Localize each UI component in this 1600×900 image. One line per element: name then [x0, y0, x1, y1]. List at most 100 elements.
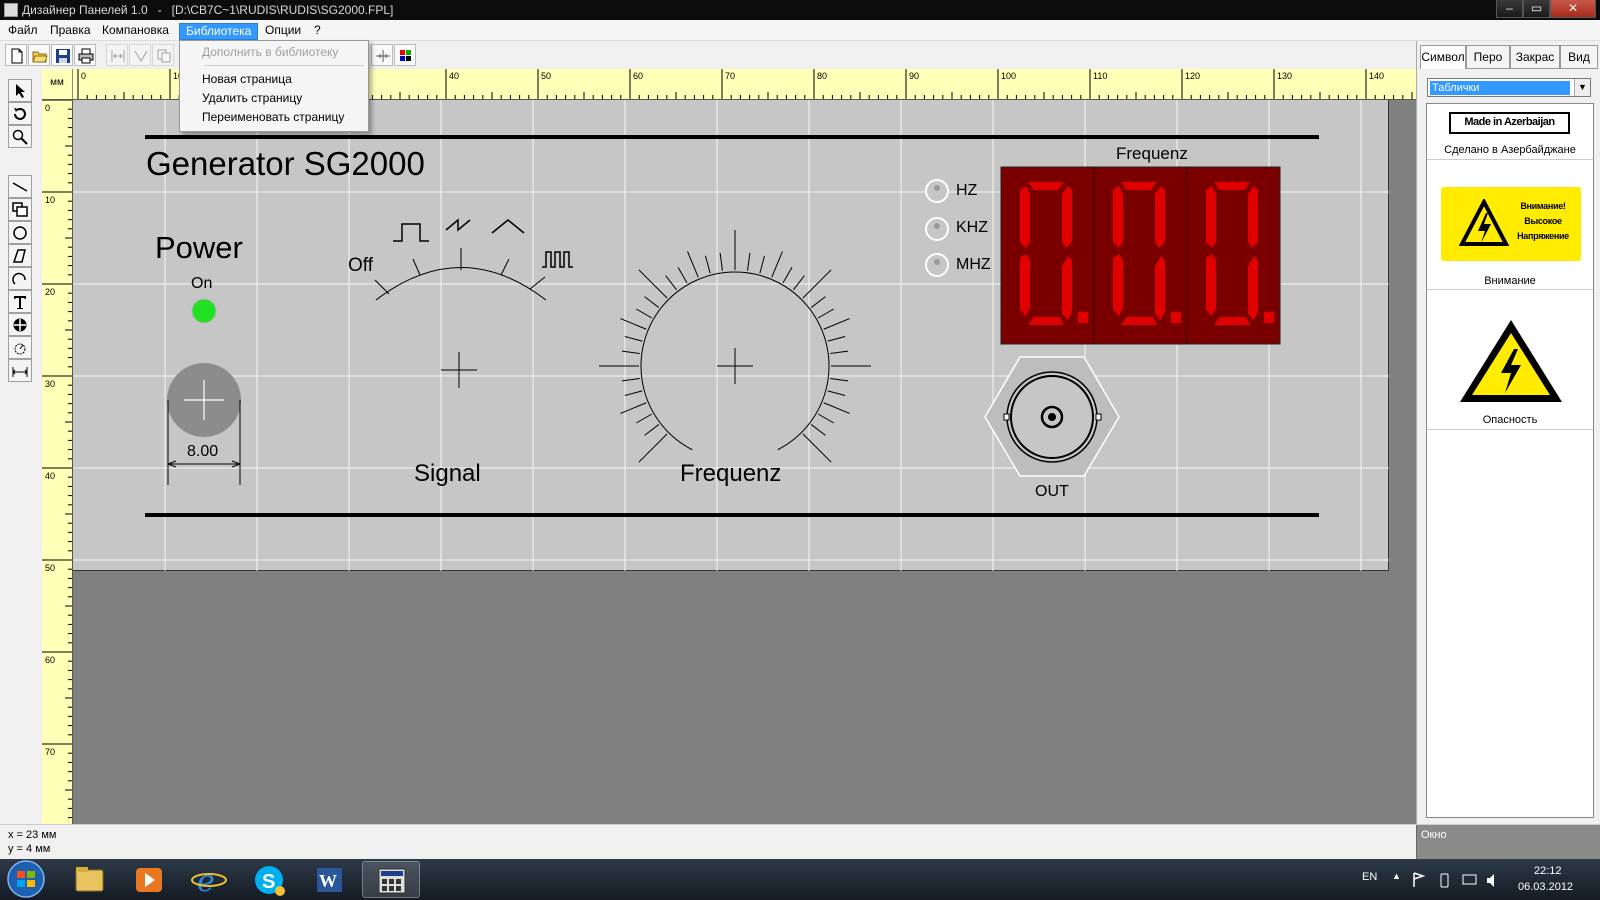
new-icon[interactable] — [5, 44, 27, 66]
display-segment — [1113, 186, 1123, 248]
save-icon[interactable] — [51, 44, 73, 66]
signal-selector[interactable] — [374, 248, 547, 388]
display-segment — [1248, 256, 1258, 320]
ruler-top-label: 0 — [81, 71, 86, 81]
unit-radio-mhz[interactable] — [925, 253, 949, 277]
library-symbol-list[interactable]: Made in Azerbaijan Сделано в Азербайджан… — [1426, 103, 1594, 818]
menu-layout[interactable]: Компановка — [96, 23, 175, 40]
menu-options[interactable]: Опции — [259, 23, 307, 40]
maximize-button[interactable]: ▭ — [1523, 0, 1550, 18]
menu-new-page[interactable]: Новая страница — [181, 70, 367, 89]
power-led — [191, 298, 217, 324]
word-taskbar-icon[interactable]: W — [300, 861, 358, 898]
menu-delete-page[interactable]: Удалить страницу — [181, 89, 367, 108]
tab-view[interactable]: Вид — [1560, 45, 1598, 69]
unit-hz-label: HZ — [956, 182, 978, 199]
polygon-icon[interactable] — [8, 244, 32, 267]
power-knob[interactable] — [167, 363, 241, 437]
display-decimal-point — [1078, 312, 1088, 323]
flip-icon[interactable] — [129, 44, 151, 66]
pointer-icon[interactable] — [8, 79, 32, 102]
show-hidden-icon[interactable]: ▲ — [1392, 871, 1401, 881]
window-status: Окно — [1416, 825, 1600, 860]
waveform-square-icon — [393, 223, 429, 242]
ruler-top-label: 40 — [449, 71, 459, 81]
close-button[interactable]: ✕ — [1550, 0, 1596, 18]
line-icon[interactable] — [8, 175, 32, 198]
display-segment — [1028, 182, 1064, 190]
open-icon[interactable] — [28, 44, 50, 66]
app-icon[interactable] — [4, 3, 18, 17]
print-icon[interactable] — [74, 44, 96, 66]
align-icon[interactable] — [106, 44, 128, 66]
tab-pen[interactable]: Перо — [1466, 45, 1510, 69]
display-segment — [1206, 186, 1216, 248]
rectangle-icon[interactable] — [8, 198, 32, 221]
library-item[interactable]: Внимание! Высокое Напряжение Внимание — [1427, 160, 1593, 290]
display-segment — [1020, 254, 1030, 316]
minimize-button[interactable]: – — [1496, 0, 1523, 18]
menu-rename-page[interactable]: Переименовать страницу — [181, 108, 367, 127]
svg-text:S: S — [262, 871, 275, 893]
rotate-icon[interactable] — [8, 102, 32, 125]
circle-icon[interactable] — [8, 221, 32, 244]
tool-palette — [0, 69, 42, 824]
chevron-down-icon[interactable]: ▼ — [1574, 79, 1590, 96]
ie-taskbar-icon[interactable]: e — [180, 861, 238, 899]
front-panel[interactable]: Generator SG2000 Power On 8.00 Off Signa… — [73, 100, 1389, 571]
menu-edit[interactable]: Правка — [44, 23, 97, 40]
tab-fill[interactable]: Закрас — [1510, 45, 1560, 69]
scale-icon[interactable] — [8, 336, 32, 359]
ruler-left-label: 50 — [45, 563, 55, 573]
window-title: Дизайнер Панелей 1.0 - [D:\CB7C~1\RUDIS\… — [22, 3, 394, 17]
text-icon[interactable] — [8, 290, 32, 313]
library-item[interactable]: Опасность — [1427, 290, 1593, 430]
menu-add-to-library[interactable]: Дополнить в библиотеку — [181, 43, 367, 62]
unit-mhz-label: MHZ — [956, 256, 991, 273]
start-button[interactable] — [2, 859, 48, 900]
colors-icon[interactable] — [394, 44, 416, 66]
library-item[interactable]: Made in Azerbaijan Сделано в Азербайджан… — [1427, 104, 1593, 160]
panel-designer-taskbar-icon[interactable] — [362, 861, 420, 898]
dimension-icon[interactable] — [8, 359, 32, 382]
ruler-top-label: 50 — [541, 71, 551, 81]
library-category-value: Таблички — [1430, 81, 1570, 95]
menu-file[interactable]: Файл — [2, 23, 44, 40]
danger-triangle-icon — [1460, 320, 1562, 402]
waveform-triangle-icon — [491, 219, 525, 234]
ruler-top-label: 80 — [817, 71, 827, 81]
unit-radio-hz[interactable] — [925, 179, 949, 203]
flag-icon — [1413, 872, 1426, 887]
ruler-unit: мм — [42, 69, 73, 100]
media-player-taskbar-icon[interactable] — [120, 861, 178, 898]
display-segment — [1206, 254, 1216, 316]
language-indicator[interactable]: EN — [1362, 871, 1377, 883]
library-category-select[interactable]: Таблички ▼ — [1427, 78, 1591, 97]
clock-time: 22:12 — [1534, 865, 1562, 877]
zoom-icon[interactable] — [8, 125, 32, 148]
display-segment — [1062, 186, 1072, 248]
menu-help[interactable]: ? — [308, 23, 327, 40]
clock-date: 06.03.2012 — [1518, 881, 1574, 893]
copy-icon[interactable] — [152, 44, 174, 66]
canvas-workspace[interactable]: Generator SG2000 Power On 8.00 Off Signa… — [73, 100, 1416, 824]
title-bar: Дизайнер Панелей 1.0 - [D:\CB7C~1\RUDIS\… — [0, 0, 1600, 20]
skype-taskbar-icon[interactable]: S — [240, 861, 298, 898]
cursor-y: y = 4 мм — [8, 843, 51, 855]
library-item-caption: Опасность — [1482, 414, 1538, 426]
out-connector[interactable] — [984, 356, 1121, 480]
frequency-dial[interactable] — [599, 230, 871, 463]
tab-symbol[interactable]: Символ — [1420, 45, 1466, 69]
svg-text:W: W — [319, 871, 337, 891]
unit-radio-khz[interactable] — [925, 217, 949, 241]
distribute-icon[interactable] — [371, 44, 393, 66]
menu-library[interactable]: Библиотека — [179, 23, 259, 40]
ruler-top-label: 90 — [909, 71, 919, 81]
network-icon — [1462, 874, 1477, 885]
explorer-taskbar-icon[interactable] — [60, 861, 118, 898]
arc-icon[interactable] — [8, 267, 32, 290]
display-segment — [1248, 186, 1258, 248]
ruler-top-label: 60 — [633, 71, 643, 81]
library-item-caption: Сделано в Азербайджане — [1444, 144, 1576, 156]
fill-icon[interactable] — [8, 313, 32, 336]
